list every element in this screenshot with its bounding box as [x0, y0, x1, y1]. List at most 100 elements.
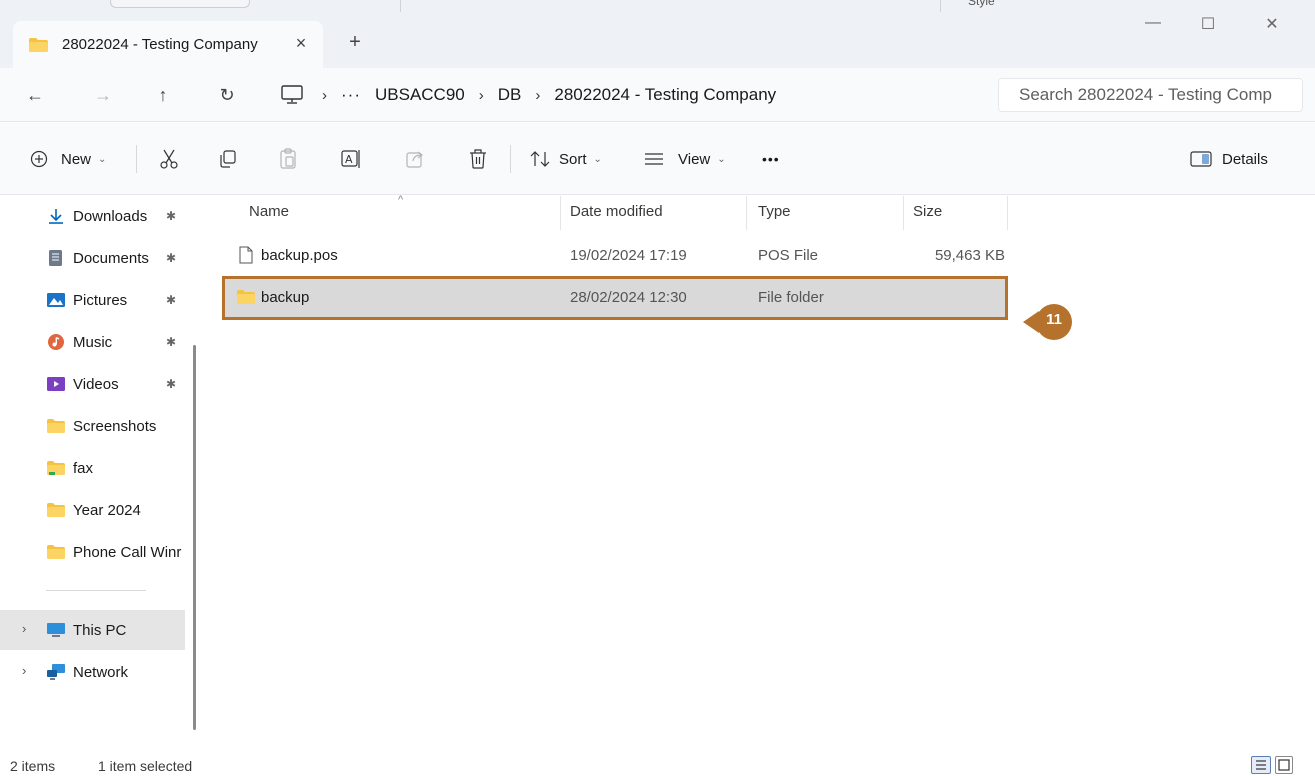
music-icon [48, 334, 64, 350]
sidebar-scrollbar[interactable] [193, 345, 196, 730]
more-options-button[interactable]: ••• [762, 145, 780, 173]
cut-button[interactable] [158, 145, 180, 173]
paste-button[interactable] [278, 145, 298, 173]
new-button-label: New [61, 150, 92, 168]
details-button-label: Details [1222, 150, 1268, 168]
file-explorer-window: Style 28022024 - Testing Company × + — ☐… [0, 0, 1315, 776]
new-button[interactable]: New ⌄ [30, 145, 106, 173]
sidebar-item-downloads[interactable]: Downloads ✱ [0, 196, 185, 236]
pictures-icon [47, 293, 65, 307]
scissors-icon [160, 149, 178, 169]
folder-icon [237, 290, 255, 304]
folder-icon [29, 37, 48, 52]
tab-close-icon[interactable]: × [291, 33, 311, 54]
forward-button[interactable]: → [88, 80, 118, 110]
expand-chevron-icon[interactable]: › [22, 663, 26, 678]
sidebar-item-year-2024[interactable]: Year 2024 [0, 490, 185, 530]
new-tab-button[interactable]: + [345, 31, 365, 54]
command-separator [510, 145, 511, 173]
background-window-text: Style [968, 0, 995, 8]
tab-28022024-testing-company[interactable]: 28022024 - Testing Company × [13, 21, 323, 68]
details-view-toggle-icon[interactable] [1251, 756, 1271, 774]
sidebar-item-phone-call-winr[interactable]: Phone Call Winr [0, 532, 185, 572]
background-window-edge [110, 0, 250, 8]
sidebar-item-label: Network [73, 663, 129, 681]
rename-button[interactable]: A [340, 145, 362, 173]
view-button-label: View [678, 150, 711, 168]
network-icon [47, 664, 65, 680]
column-header-type[interactable]: Type [758, 196, 791, 232]
documents-icon [49, 250, 62, 266]
title-bar: Style 28022024 - Testing Company × + — ☐… [0, 0, 1315, 68]
view-button[interactable]: View ⌄ [644, 145, 726, 173]
sidebar-item-music[interactable]: Music ✱ [0, 322, 185, 362]
share-icon [406, 151, 423, 168]
tab-title: 28022024 - Testing Company [62, 36, 258, 53]
status-bar: 2 items 1 item selected [0, 754, 1315, 776]
sidebar-item-pictures[interactable]: Pictures ✱ [0, 280, 185, 320]
details-pane-icon [1190, 151, 1212, 167]
minimize-button[interactable]: — [1133, 14, 1173, 32]
column-divider[interactable] [560, 196, 561, 230]
sidebar-item-network[interactable]: › Network [0, 652, 185, 692]
svg-text:A: A [345, 153, 353, 166]
back-button[interactable]: ← [20, 80, 50, 110]
navigation-pane: Downloads ✱ Documents ✱ Pictures ✱ Music… [0, 196, 200, 754]
refresh-button[interactable]: ↻ [212, 80, 242, 110]
file-size: 59,463 KB [934, 247, 1005, 264]
chevron-down-icon: ⌄ [593, 153, 602, 165]
column-header-date-modified[interactable]: Date modified [570, 196, 663, 232]
file-row-backup-folder[interactable]: backup 28/02/2024 12:30 File folder [222, 276, 1008, 320]
file-row-backup-pos[interactable]: backup.pos 19/02/2024 17:19 POS File 59,… [225, 237, 1005, 275]
column-divider[interactable] [1007, 196, 1008, 230]
column-header-size[interactable]: Size [913, 196, 942, 232]
expand-chevron-icon[interactable]: › [22, 621, 26, 636]
column-divider[interactable] [746, 196, 747, 230]
sidebar-item-label: fax [73, 459, 94, 477]
breadcrumb-separator: › [535, 86, 541, 104]
sidebar-item-fax[interactable]: fax [0, 448, 185, 488]
details-pane-button[interactable]: Details [1190, 145, 1268, 173]
file-type: File folder [758, 289, 824, 306]
pin-icon: ✱ [166, 335, 177, 349]
address-bar[interactable]: › ··· UBSACC90 › DB › 28022024 - Testing… [272, 78, 987, 112]
sort-button[interactable]: Sort ⌄ [530, 145, 602, 173]
download-icon [49, 209, 63, 224]
up-button[interactable]: ↑ [148, 80, 178, 110]
sidebar-item-label: Year 2024 [73, 501, 141, 519]
folder-icon [47, 545, 65, 559]
sidebar-item-videos[interactable]: Videos ✱ [0, 364, 185, 404]
sidebar-divider [46, 590, 146, 591]
chevron-down-icon: ⌄ [98, 153, 107, 165]
sidebar-item-label: Screenshots [73, 417, 157, 435]
maximize-button[interactable]: ☐ [1188, 14, 1228, 34]
sidebar-item-this-pc[interactable]: › This PC [0, 610, 185, 650]
sidebar-item-label: Phone Call Winr [73, 543, 182, 561]
sidebar-item-screenshots[interactable]: Screenshots [0, 406, 185, 446]
clipboard-icon [280, 148, 296, 169]
file-date-modified: 19/02/2024 17:19 [570, 247, 687, 264]
search-input[interactable]: Search 28022024 - Testing Comp [998, 78, 1303, 112]
share-button[interactable] [405, 145, 425, 173]
sort-button-label: Sort [559, 150, 587, 168]
this-pc-icon [281, 85, 303, 104]
sidebar-item-documents[interactable]: Documents ✱ [0, 238, 185, 278]
breadcrumb-current-folder[interactable]: 28022024 - Testing Company [554, 85, 776, 105]
breadcrumb-db[interactable]: DB [498, 85, 522, 105]
close-button[interactable]: ✕ [1252, 14, 1292, 34]
this-pc-icon [47, 623, 65, 637]
large-icons-view-toggle-icon[interactable] [1275, 756, 1293, 774]
item-count: 2 items [10, 758, 56, 774]
command-separator [136, 145, 137, 173]
sidebar-item-label: Pictures [73, 291, 128, 309]
background-divider [940, 0, 941, 12]
delete-button[interactable] [468, 145, 488, 173]
breadcrumb-overflow-button[interactable]: ··· [341, 85, 361, 105]
column-divider[interactable] [903, 196, 904, 230]
column-header-name[interactable]: Name [249, 196, 289, 232]
navigation-bar: ← → ↑ ↻ › ··· UBSACC90 › DB › 28022024 -… [0, 68, 1315, 122]
breadcrumb-ubsacc90[interactable]: UBSACC90 [375, 85, 465, 105]
view-icon [645, 153, 663, 165]
sort-icon [530, 151, 550, 167]
copy-button[interactable] [218, 145, 238, 173]
